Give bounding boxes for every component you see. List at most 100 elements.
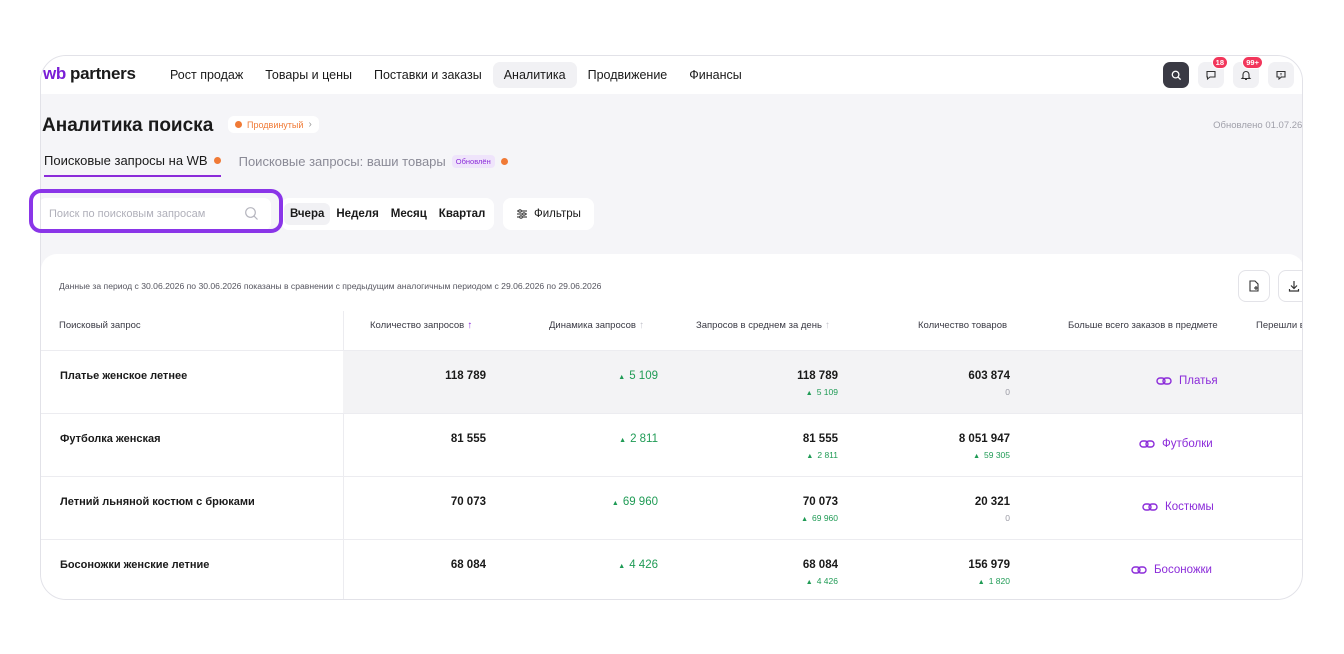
query-dynamics: ▲ 69 960 <box>611 496 658 508</box>
products-count: 8 051 947 <box>958 433 1010 445</box>
subject-link[interactable]: Босоножки <box>1131 564 1212 576</box>
nav-item-products-prices[interactable]: Товары и цены <box>254 62 363 88</box>
products-count: 156 979 <box>968 559 1010 571</box>
query-count: 68 084 <box>450 559 486 571</box>
avg-per-day: 70 073 <box>802 496 838 508</box>
link-icon <box>1156 377 1172 385</box>
period-week[interactable]: Неделя <box>330 203 384 225</box>
nav-item-finance[interactable]: Финансы <box>678 62 752 88</box>
products-count: 603 874 <box>968 370 1010 382</box>
notifications-button[interactable]: 99+ <box>1233 56 1263 88</box>
triangle-up-icon: ▲ <box>618 374 626 381</box>
nav-menu: Рост продаж Товары и цены Поставки и зак… <box>159 62 753 88</box>
table-row[interactable]: Босоножки женские летние 68 084 ▲ 4 426 6… <box>41 540 1302 599</box>
page-title: Аналитика поиска <box>42 115 214 136</box>
products-delta: 0 <box>1005 387 1010 397</box>
period-month[interactable]: Месяц <box>385 203 433 225</box>
sort-arrow-icon: ↑ <box>638 320 644 331</box>
tab-dot-icon <box>500 158 508 165</box>
table-row[interactable]: Летний льняной костюм с брюками 70 073 ▲… <box>41 477 1302 540</box>
col-avg-per-day[interactable]: Запросов в среднем за день ↑ <box>696 320 830 331</box>
search-icon <box>1171 70 1181 80</box>
query-text: Футболка женская <box>60 433 161 445</box>
nav-item-analytics[interactable]: Аналитика <box>492 62 577 88</box>
query-count: 81 555 <box>450 433 486 445</box>
col-top-subject[interactable]: Больше всего заказов в предмете <box>1068 320 1218 331</box>
period-yesterday[interactable]: Вчера <box>284 203 331 225</box>
query-text: Платье женское летнее <box>60 370 188 382</box>
triangle-up-icon: ▲ <box>977 579 985 586</box>
period-quarter[interactable]: Квартал <box>433 203 492 225</box>
triangle-up-icon: ▲ <box>618 563 626 570</box>
col-count[interactable]: Количество запросов ↑ <box>370 320 472 331</box>
period-selector: Вчера Неделя Месяц Квартал <box>281 198 495 230</box>
plan-badge[interactable]: Продвинутый › <box>228 116 319 133</box>
nav-item-sales-growth[interactable]: Рост продаж <box>159 62 254 88</box>
updated-badge: Обновлён <box>451 155 495 168</box>
tab-your-products-queries[interactable]: Поисковые запросы: ваши товары Обновлён <box>239 153 508 177</box>
period-note: Данные за период с 30.06.2026 по 30.06.2… <box>59 281 602 291</box>
triangle-up-icon: ▲ <box>806 453 814 460</box>
link-icon <box>1139 440 1155 448</box>
feedback-button[interactable] <box>1268 62 1294 88</box>
col-transitions[interactable]: Перешли в <box>1256 320 1302 331</box>
bell-icon <box>1240 71 1252 81</box>
query-dynamics: ▲ 4 426 <box>618 559 658 571</box>
nav-item-promotion[interactable]: Продвижение <box>577 62 679 88</box>
query-count: 70 073 <box>450 496 486 508</box>
triangle-up-icon: ▲ <box>619 437 627 444</box>
plan-dot-icon <box>235 121 242 128</box>
chat-badge: 18 <box>1211 56 1228 69</box>
link-icon <box>1131 566 1147 574</box>
products-count: 20 321 <box>974 496 1010 508</box>
nav-icons: 18 99+ <box>1163 56 1294 88</box>
query-text: Босоножки женские летние <box>60 559 210 571</box>
col-products[interactable]: Количество товаров <box>918 320 1007 331</box>
query-dynamics: ▲ 5 109 <box>618 370 658 382</box>
chat-button[interactable]: 18 <box>1198 56 1228 88</box>
query-dynamics: ▲ 2 811 <box>619 433 658 445</box>
download-icon <box>1288 281 1300 292</box>
query-text: Летний льняной костюм с брюками <box>60 496 255 508</box>
nav-item-supplies-orders[interactable]: Поставки и заказы <box>363 62 493 88</box>
subject-link[interactable]: Костюмы <box>1142 501 1214 513</box>
col-query[interactable]: Поисковый запрос <box>59 320 141 331</box>
tab-dot-icon <box>213 157 221 164</box>
updated-timestamp: Обновлено 01.07.26 в <box>1213 120 1303 131</box>
table-row[interactable]: Футболка женская 81 555 ▲ 2 811 81 555 ▲ 2… <box>41 414 1302 477</box>
sort-arrow-icon: ↑ <box>824 320 830 331</box>
col-dynamics[interactable]: Динамика запросов ↑ <box>549 320 644 331</box>
products-delta: ▲ 1 820 <box>977 576 1010 586</box>
subject-link[interactable]: Платья <box>1156 375 1218 387</box>
triangle-up-icon: ▲ <box>801 516 808 523</box>
avg-delta: ▲ 2 811 <box>806 450 838 460</box>
chat-icon <box>1206 70 1216 81</box>
chevron-right-icon: › <box>308 119 312 130</box>
products-delta: ▲ 59 305 <box>973 450 1010 460</box>
global-search-button[interactable] <box>1163 62 1189 88</box>
search-field[interactable] <box>41 198 271 230</box>
query-count: 118 789 <box>445 370 486 382</box>
sort-arrow-icon: ↑ <box>467 320 473 331</box>
table-row[interactable]: Платье женское летнее 118 789 ▲ 5 109 118… <box>41 351 1302 414</box>
search-input[interactable] <box>49 208 239 220</box>
add-report-icon <box>1249 280 1259 292</box>
avg-per-day: 81 555 <box>802 433 838 445</box>
logo[interactable]: wb partners <box>43 64 136 84</box>
triangle-up-icon: ▲ <box>805 390 813 397</box>
products-delta: 0 <box>1005 513 1010 523</box>
subject-link[interactable]: Футболки <box>1139 438 1213 450</box>
triangle-up-icon: ▲ <box>805 579 813 586</box>
top-nav: wb partners Рост продаж Товары и цены По… <box>41 56 1302 94</box>
avg-delta: ▲ 5 109 <box>805 387 838 397</box>
avg-delta: ▲ 4 426 <box>805 576 838 586</box>
filters-icon <box>517 209 527 219</box>
notifications-badge: 99+ <box>1242 56 1263 69</box>
triangle-up-icon: ▲ <box>973 453 980 460</box>
download-button[interactable] <box>1278 270 1302 302</box>
triangle-up-icon: ▲ <box>611 500 619 507</box>
table-header: Поисковый запрос Количество запросов ↑ Ди… <box>41 314 1302 351</box>
export-report-button[interactable] <box>1238 270 1270 302</box>
tab-wb-search-queries[interactable]: Поисковые запросы на WB <box>44 153 221 177</box>
filters-button[interactable]: Фильтры <box>503 198 594 230</box>
